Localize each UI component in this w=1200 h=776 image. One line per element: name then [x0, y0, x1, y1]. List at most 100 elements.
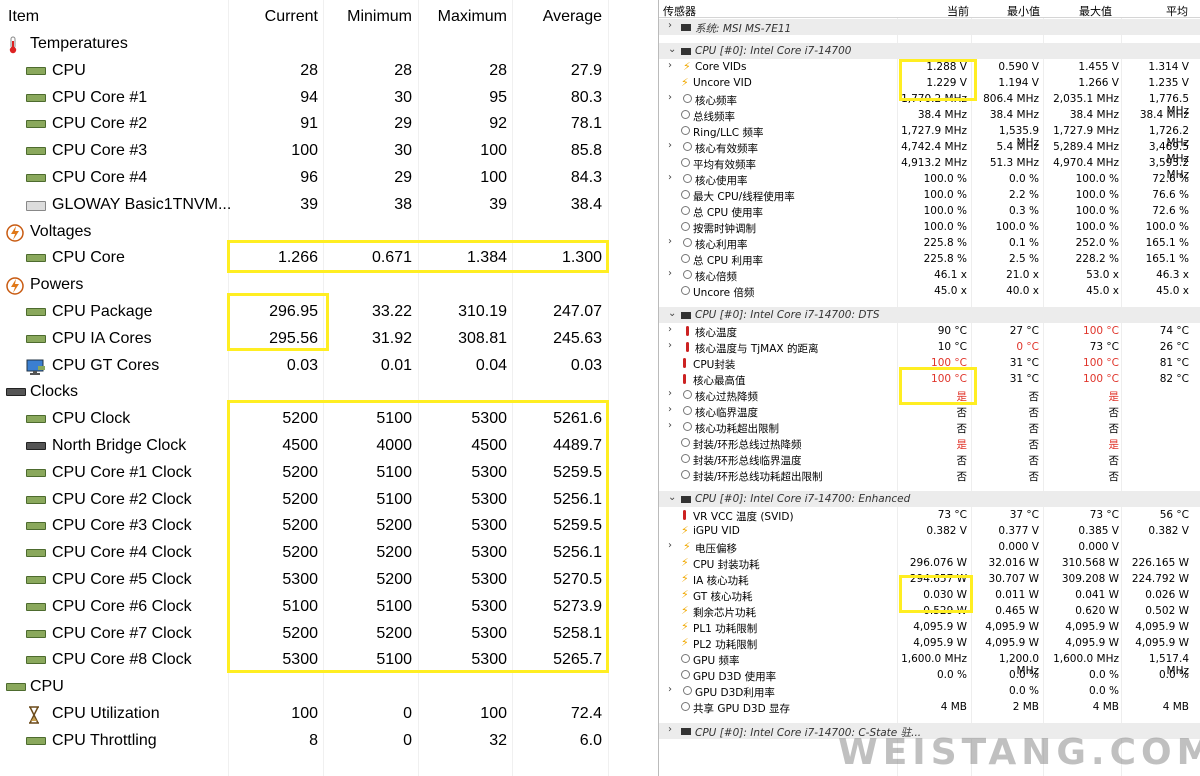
current-value: 73 °C — [937, 509, 967, 521]
header-max[interactable]: 最大值 — [1079, 3, 1112, 19]
expand-arrow-icon[interactable]: › — [668, 268, 672, 279]
voltage-icon: ⚡ — [681, 604, 689, 617]
expand-arrow-icon[interactable]: › — [668, 684, 672, 695]
sensor-row[interactable]: CPU Core #3 100 30 100 85.8 — [0, 138, 622, 165]
current-value: 39 — [300, 195, 318, 213]
header-item[interactable]: Item — [8, 8, 39, 26]
min-value: 38 — [394, 195, 412, 213]
sensor-group[interactable]: CPU — [0, 674, 622, 701]
sensor-row[interactable]: ⚡ CPU 封装功耗 296.076 W 32.016 W 310.568 W 226.1… — [659, 555, 1200, 571]
header-current[interactable]: Current — [230, 8, 318, 26]
expand-chevron-icon[interactable]: › — [668, 724, 672, 735]
max-value: 100.0 % — [1075, 205, 1119, 217]
header-current[interactable]: 当前 — [947, 3, 969, 19]
drive-icon — [26, 197, 46, 213]
sensor-row[interactable]: 总 CPU 利用率 225.8 % 2.5 % 228.2 % 165.1 % — [659, 251, 1200, 267]
expand-arrow-icon[interactable]: › — [668, 172, 672, 183]
sensor-row[interactable]: Uncore 倍频 45.0 x 40.0 x 45.0 x 45.0 x — [659, 283, 1200, 299]
min-value: 38.4 MHz — [989, 109, 1039, 121]
expand-arrow-icon[interactable]: › — [668, 540, 672, 551]
expand-arrow-icon[interactable]: › — [668, 140, 672, 151]
expand-arrow-icon[interactable]: › — [668, 92, 672, 103]
sensor-row[interactable]: › 核心使用率 100.0 % 0.0 % 100.0 % 72.6 % — [659, 171, 1200, 187]
sensor-row[interactable]: CPU Core #2 91 29 92 78.1 — [0, 111, 622, 138]
sensor-row[interactable]: › 核心温度 90 °C 27 °C 100 °C 74 °C — [659, 323, 1200, 339]
expand-chevron-icon[interactable]: ⌄ — [668, 44, 676, 55]
sensor-row[interactable]: 封装/环形总线功耗超出限制 否 否 否 — [659, 467, 1200, 483]
expand-arrow-icon[interactable]: › — [668, 420, 672, 431]
sensor-row[interactable]: ⚡ PL1 功耗限制 4,095.9 W 4,095.9 W 4,095.9 W 4,09… — [659, 619, 1200, 635]
sensor-row[interactable]: › 核心临界温度 否 否 否 — [659, 403, 1200, 419]
hwinfo-panel: 传感器 当前 最小值 最大值 平均 › 系统: MSI MS-7E11 ⌄ CPU [… — [658, 0, 1200, 776]
sensor-row[interactable]: ⚡ iGPU VID 0.382 V 0.377 V 0.385 V 0.382 V — [659, 523, 1200, 539]
expand-chevron-icon[interactable]: › — [668, 20, 672, 31]
sensor-row[interactable]: CPU GT Cores 0.03 0.01 0.04 0.03 — [0, 353, 622, 380]
max-value: 100 °C — [1083, 357, 1119, 369]
column-headers: 传感器 当前 最小值 最大值 平均 — [659, 0, 1200, 18]
sensor-row[interactable]: GPU 频率 1,600.0 MHz 1,200.0 MHz 1,600.0 MHz 1… — [659, 651, 1200, 677]
sensor-row[interactable]: 共享 GPU D3D 显存 4 MB 2 MB 4 MB 4 MB — [659, 699, 1200, 715]
sensor-row[interactable]: › 核心利用率 225.8 % 0.1 % 252.0 % 165.1 % — [659, 235, 1200, 251]
sensor-group[interactable]: Temperatures — [0, 31, 622, 58]
header-average[interactable]: Average — [514, 8, 602, 26]
header-minimum[interactable]: Minimum — [326, 8, 412, 26]
sensor-row[interactable]: 平均有效频率 4,913.2 MHz 51.3 MHz 4,970.4 MHz 3,59… — [659, 155, 1200, 181]
sensor-name: 核心倍频 — [695, 271, 737, 283]
header-maximum[interactable]: Maximum — [420, 8, 507, 26]
sensor-row[interactable]: 最大 CPU/线程使用率 100.0 % 2.2 % 100.0 % 76.6 % — [659, 187, 1200, 203]
expand-arrow-icon[interactable]: › — [668, 340, 672, 351]
avg-value: 165.1 % — [1145, 237, 1189, 249]
sensor-row[interactable]: CPU Core #4 96 29 100 84.3 — [0, 165, 622, 192]
sensor-row[interactable]: 按需时钟调制 100.0 % 100.0 % 100.0 % 100.0 % — [659, 219, 1200, 235]
sensor-row[interactable]: › 核心倍频 46.1 x 21.0 x 53.0 x 46.3 x — [659, 267, 1200, 283]
expand-arrow-icon[interactable]: › — [668, 236, 672, 247]
sensor-row[interactable]: ⚡ PL2 功耗限制 4,095.9 W 4,095.9 W 4,095.9 W 4,09… — [659, 635, 1200, 651]
sensor-row[interactable]: › ⚡ 电压偏移 0.000 V 0.000 V — [659, 539, 1200, 555]
sensor-row[interactable]: 总线频率 38.4 MHz 38.4 MHz 38.4 MHz 38.4 MHz — [659, 107, 1200, 123]
sensor-row[interactable]: 总 CPU 使用率 100.0 % 0.3 % 100.0 % 72.6 % — [659, 203, 1200, 219]
sensor-row[interactable]: 封装/环形总线过热降频 是 否 是 — [659, 435, 1200, 451]
header-sensor[interactable]: 传感器 — [663, 3, 696, 19]
min-value: 2 MB — [1012, 701, 1039, 713]
min-value: 51.3 MHz — [989, 157, 1039, 169]
sensor-section-header[interactable]: ⌄ CPU [#0]: Intel Core i7-14700: DTS — [659, 307, 1200, 323]
current-value: 100.0 % — [923, 189, 967, 201]
header-avg[interactable]: 平均 — [1166, 3, 1188, 19]
sensor-name: 按需时钟调制 — [693, 223, 756, 235]
sensor-row[interactable]: › GPU D3D利用率 0.0 % 0.0 % — [659, 683, 1200, 699]
sensor-row[interactable]: CPU Throttling 8 0 32 6.0 — [0, 728, 622, 755]
expand-arrow-icon[interactable]: › — [668, 388, 672, 399]
sensor-row[interactable]: VR VCC 温度 (SVID) 73 °C 37 °C 73 °C 56 °C — [659, 507, 1200, 523]
min-value: 33.22 — [371, 303, 412, 320]
max-value: 100.0 % — [1075, 221, 1119, 233]
sensor-row[interactable]: CPU 28 28 28 27.9 — [0, 58, 622, 85]
header-min[interactable]: 最小值 — [1007, 3, 1040, 19]
sensor-row[interactable]: › 核心功耗超出限制 否 否 否 — [659, 419, 1200, 435]
sensor-section-header[interactable]: ⌄ CPU [#0]: Intel Core i7-14700 — [659, 43, 1200, 59]
current-value: 100.0 % — [923, 221, 967, 233]
min-value: 0.01 — [380, 356, 412, 374]
sensor-section-header[interactable]: › 系统: MSI MS-7E11 — [659, 19, 1200, 35]
sensor-row[interactable]: Ring/LLC 频率 1,727.9 MHz 1,535.9 MHz 1,727.9… — [659, 123, 1200, 149]
sensor-row[interactable]: › 核心温度与 TjMAX 的距离 10 °C 0 °C 73 °C 26 °C — [659, 339, 1200, 355]
sensor-row[interactable]: GPU D3D 使用率 0.0 % 0.0 % 0.0 % 0.0 % — [659, 667, 1200, 683]
sensor-row[interactable]: CPU Core #1 94 30 95 80.3 — [0, 85, 622, 112]
expand-arrow-icon[interactable]: › — [668, 404, 672, 415]
sensor-row[interactable]: 封装/环形总线临界温度 否 否 否 — [659, 451, 1200, 467]
min-value: 否 — [1028, 439, 1040, 451]
sensor-row[interactable]: › 核心有效频率 4,742.4 MHz 5.4 MHz 5,289.4 MHz 3,46… — [659, 139, 1200, 165]
expand-arrow-icon[interactable]: › — [668, 324, 672, 335]
max-value: 4,970.4 MHz — [1053, 157, 1119, 169]
sensor-section-header[interactable]: ⌄ CPU [#0]: Intel Core i7-14700: Enhanced — [659, 491, 1200, 507]
sensor-row[interactable]: CPU Utilization 100 0 100 72.4 — [0, 701, 622, 728]
expand-chevron-icon[interactable]: ⌄ — [668, 308, 676, 319]
expand-chevron-icon[interactable]: ⌄ — [668, 492, 676, 503]
chip-icon — [26, 545, 46, 561]
expand-arrow-icon[interactable]: › — [668, 60, 672, 71]
avg-value: 72.4 — [570, 705, 602, 722]
avg-value: 81 °C — [1159, 357, 1189, 369]
sensor-row[interactable]: GLOWAY Basic1TNVM... 39 38 39 38.4 — [0, 192, 622, 219]
max-value: 否 — [1108, 407, 1120, 419]
sensor-name: 剩余芯片功耗 — [693, 607, 756, 619]
min-value: 0.0 % — [1008, 685, 1039, 697]
